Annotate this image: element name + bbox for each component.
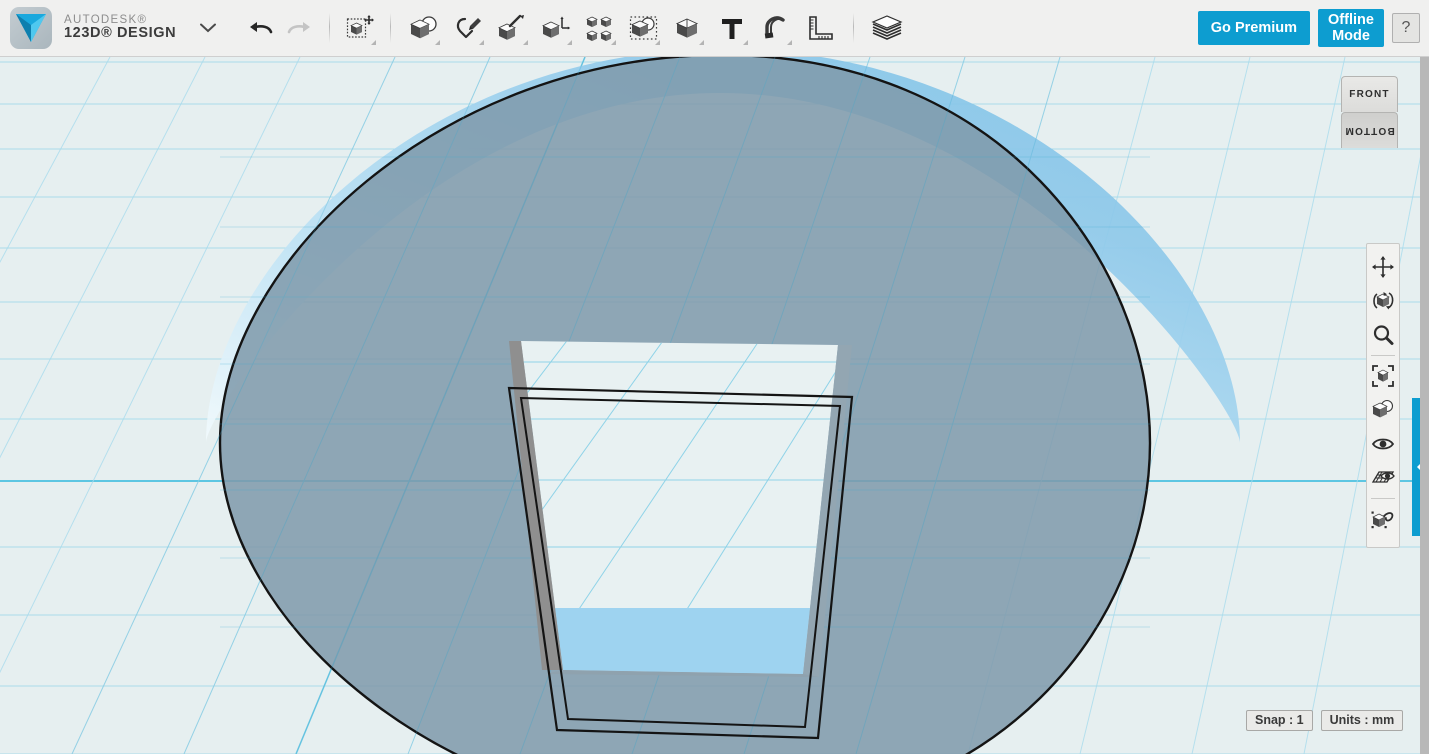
- view-cube-bottom-face[interactable]: BOTTOM: [1341, 112, 1398, 148]
- primitives-tool-button[interactable]: [405, 6, 443, 50]
- model-cylinder-with-hole[interactable]: [0, 57, 1429, 754]
- brand-text: AUTODESK® 123D® DESIGN: [64, 14, 176, 42]
- dropdown-indicator: [655, 40, 661, 45]
- snap-status[interactable]: Snap : 1: [1246, 710, 1313, 731]
- dropdown-indicator: [479, 40, 485, 45]
- display-mode-icon[interactable]: [1368, 393, 1398, 427]
- eye-visibility-icon[interactable]: [1368, 427, 1398, 461]
- view-cube[interactable]: FRONT BOTTOM: [1341, 76, 1398, 148]
- dropdown-indicator: [371, 40, 377, 45]
- dropdown-indicator: [787, 40, 793, 45]
- dropdown-indicator: [567, 40, 573, 45]
- grid-eye-icon[interactable]: [1368, 461, 1398, 495]
- go-premium-button[interactable]: Go Premium: [1197, 11, 1310, 45]
- units-status[interactable]: Units : mm: [1320, 710, 1404, 731]
- redo-button[interactable]: [280, 6, 318, 50]
- brand-product: 123D® DESIGN: [64, 25, 177, 42]
- modify-tool-button[interactable]: [537, 6, 575, 50]
- toolbar-separator: [390, 13, 392, 43]
- undo-button[interactable]: [242, 6, 280, 50]
- sketch-tool-button[interactable]: [449, 6, 487, 50]
- 3d-viewport[interactable]: FRONT BOTTOM Snap: 1 Units: mm: [0, 57, 1429, 754]
- offline-mode-button[interactable]: Offline Mode: [1318, 9, 1384, 47]
- smart-scale-icon[interactable]: [1368, 502, 1398, 536]
- toolbar: [242, 0, 909, 57]
- transform-tool-button[interactable]: [341, 6, 379, 50]
- navbar-separator: [1371, 498, 1395, 499]
- text-tool-button[interactable]: [713, 6, 751, 50]
- status-bar: Snap : 1 Units : mm: [1246, 710, 1404, 731]
- dropdown-indicator: [435, 40, 441, 45]
- help-button[interactable]: ?: [1392, 13, 1420, 43]
- dropdown-indicator: [611, 40, 617, 45]
- autodesk-logo-icon: [10, 7, 52, 49]
- chevron-down-icon[interactable]: [200, 21, 217, 36]
- header-actions: Go Premium Offline Mode ?: [1197, 9, 1429, 47]
- app-root: AUTODESK® 123D® DESIGN Go Premium Offlin…: [0, 0, 1429, 754]
- dropdown-indicator: [743, 40, 749, 45]
- navbar-separator: [1371, 355, 1395, 356]
- brand[interactable]: AUTODESK® 123D® DESIGN: [0, 7, 217, 49]
- material-tool-button[interactable]: [868, 6, 906, 50]
- magnifier-icon[interactable]: [1368, 318, 1398, 352]
- grouping-tool-button[interactable]: [669, 6, 707, 50]
- view-cube-front-face[interactable]: FRONT: [1341, 76, 1398, 112]
- snap-tool-button[interactable]: [757, 6, 795, 50]
- toolbar-separator: [329, 13, 331, 43]
- pan-arrows-icon[interactable]: [1368, 250, 1398, 284]
- pattern-tool-button[interactable]: [581, 6, 619, 50]
- toolbar-separator: [853, 13, 855, 43]
- combine-tool-button[interactable]: [625, 6, 663, 50]
- dropdown-indicator: [699, 40, 705, 45]
- orbit-icon[interactable]: [1368, 284, 1398, 318]
- fit-to-view-icon[interactable]: [1368, 359, 1398, 393]
- construct-tool-button[interactable]: [493, 6, 531, 50]
- navigation-bar: [1366, 243, 1400, 548]
- measure-tool-button[interactable]: [801, 6, 839, 50]
- viewport-edge-strip: [1420, 57, 1429, 754]
- dropdown-indicator: [523, 40, 529, 45]
- app-header: AUTODESK® 123D® DESIGN Go Premium Offlin…: [0, 0, 1429, 57]
